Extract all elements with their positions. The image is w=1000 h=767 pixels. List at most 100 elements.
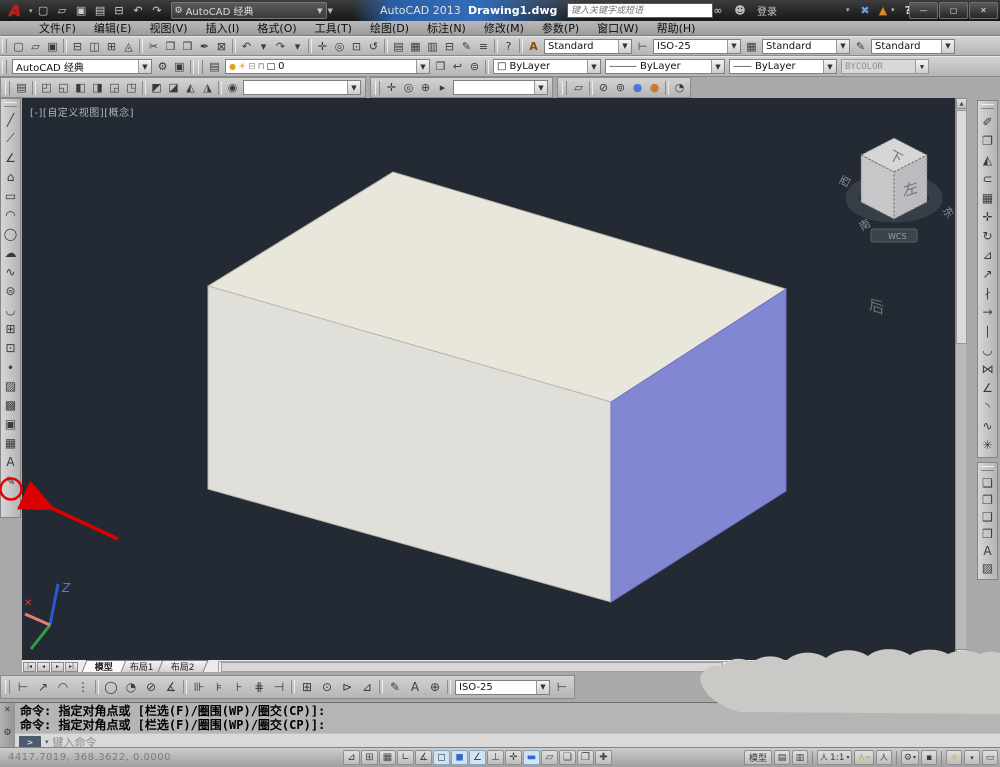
fillet-icon[interactable]: ◝ (979, 397, 996, 416)
ellipse-icon[interactable]: ⊜ (2, 281, 19, 300)
signin-label[interactable]: 登录 (752, 2, 782, 18)
workspace-combo[interactable]: AutoCAD 经典 ▼ (12, 59, 152, 74)
exchange-apps-icon[interactable]: ✖ (858, 2, 872, 18)
wcs-menu-button[interactable]: WCS (870, 228, 918, 243)
menu-draw[interactable]: 绘图(D) (361, 21, 418, 35)
redo-icon[interactable]: ↷ (272, 38, 289, 54)
polar-tracking-toggle[interactable]: ∡ (415, 750, 432, 765)
bring-above-icon[interactable]: ❑ (979, 508, 996, 525)
open-icon[interactable]: ▱ (53, 2, 72, 19)
text-to-front-icon[interactable]: A (979, 542, 996, 559)
quick-properties-toggle[interactable]: ❏ (559, 750, 576, 765)
layer-properties-icon[interactable]: ▤ (206, 59, 223, 75)
layer-states-icon[interactable]: ⊜ (466, 59, 483, 75)
erase-icon[interactable]: ✐ (979, 112, 996, 131)
make-block-icon[interactable]: ⊡ (2, 338, 19, 357)
viewport-controls-label[interactable]: [-][自定义视图][概念] (30, 104, 134, 119)
status-menu-arrow-icon[interactable]: ▾ (964, 750, 980, 765)
sheetset-manager-icon[interactable]: ⊟ (441, 38, 458, 54)
vs-2d-wireframe-icon[interactable]: ▱ (570, 80, 587, 96)
send-to-back-icon[interactable]: ❐ (979, 491, 996, 508)
text-style-dropdown[interactable]: Standard ▼ (544, 38, 632, 54)
vs-hidden-icon[interactable]: ⊚ (612, 80, 629, 96)
quickview-layouts-icon[interactable]: ▥ (791, 750, 808, 765)
chamfer-icon[interactable]: ∠ (979, 378, 996, 397)
lineweight-dropdown[interactable]: —— ByLayer ▼ (729, 59, 837, 74)
3d-object-snap-toggle[interactable]: ◼ (451, 750, 468, 765)
zoom-realtime-icon[interactable]: ◎ (331, 38, 348, 54)
trim-icon[interactable]: ∤ (979, 283, 996, 302)
toolbar-lock-icon[interactable]: ▪ (921, 750, 937, 765)
signin-person-icon[interactable]: ☻ (733, 2, 747, 18)
dim-linear-icon[interactable]: ⊢ (13, 678, 33, 696)
pan-icon[interactable]: ✛ (314, 38, 331, 54)
dim-continue-icon[interactable]: ⊦ (229, 678, 249, 696)
undo-icon[interactable]: ↶ (238, 38, 255, 54)
multiline-text-icon[interactable]: A (2, 452, 19, 471)
arc-icon[interactable]: ◠ (2, 205, 19, 224)
vs-manage-icon[interactable]: ◔ (671, 80, 688, 96)
bring-to-front-icon[interactable]: ❏ (979, 474, 996, 491)
tab-first-icon[interactable]: |◂ (23, 661, 36, 672)
undo-dropdown-icon[interactable]: ▾ (255, 38, 272, 54)
plot-preview-icon[interactable]: ◫ (86, 38, 103, 54)
a360-arrow-icon[interactable]: ▾ (891, 2, 895, 18)
tab-next-icon[interactable]: ▸ (51, 661, 64, 672)
grid-display-toggle[interactable]: ▦ (379, 750, 396, 765)
dim-ordinate-icon[interactable]: ⋮ (73, 678, 93, 696)
maximize-button[interactable]: ▢ (939, 2, 968, 19)
menu-modify[interactable]: 修改(M) (475, 21, 533, 35)
vs-conceptual-icon[interactable]: ● (646, 80, 663, 96)
dim-text-edit-icon[interactable]: A (405, 678, 425, 696)
vertical-scroll-thumb[interactable] (956, 110, 967, 344)
center-mark-icon[interactable]: ⊙ (317, 678, 337, 696)
app-menu-arrow-icon[interactable]: ▾ (29, 7, 33, 15)
rotate-icon[interactable]: ↻ (979, 226, 996, 245)
spline-icon[interactable]: ∿ (2, 262, 19, 281)
ne-isometric-icon[interactable]: ◭ (182, 80, 199, 96)
zoom-previous-icon[interactable]: ↺ (365, 38, 382, 54)
match-properties-icon[interactable]: ✒ (196, 38, 213, 54)
3d-nav-combo[interactable]: ▼ (453, 80, 548, 95)
nw-isometric-icon[interactable]: ◮ (199, 80, 216, 96)
menu-file[interactable]: 文件(F) (30, 21, 85, 35)
markup-icon[interactable]: ✎ (458, 38, 475, 54)
break-at-point-icon[interactable]: ∣ (979, 321, 996, 340)
minimize-button[interactable]: — (909, 2, 938, 19)
quickcalc-icon[interactable]: ≡ (475, 38, 492, 54)
mleader-style-icon[interactable]: ✎ (852, 38, 869, 54)
toolbar-grip[interactable] (4, 102, 17, 107)
dim-baseline-icon[interactable]: ⊧ (209, 678, 229, 696)
quick-dimension-icon[interactable]: ⊪ (189, 678, 209, 696)
toolbar-grip[interactable] (5, 80, 10, 95)
menu-view[interactable]: 视图(V) (140, 21, 196, 35)
tab-model[interactable]: 模型 (81, 660, 127, 673)
named-view-combo[interactable]: ▼ (243, 80, 361, 95)
vertical-scrollbar[interactable]: ▲ ▼ (955, 98, 967, 660)
offset-icon[interactable]: ⊂ (979, 169, 996, 188)
ucs-icon[interactable]: Z ✕ (24, 581, 71, 650)
dim-update-icon[interactable]: ⊕ (425, 678, 445, 696)
infer-constraints-toggle[interactable]: ⊿ (343, 750, 360, 765)
add-selected-icon[interactable]: ✎ (2, 471, 19, 490)
redo-dropdown-icon[interactable]: ▾ (289, 38, 306, 54)
menu-edit[interactable]: 编辑(E) (85, 21, 141, 35)
layout-button-icon[interactable]: ▤ (773, 750, 790, 765)
cut-icon[interactable]: ✂ (145, 38, 162, 54)
dim-aligned-icon[interactable]: ↗ (33, 678, 53, 696)
object-color-dropdown[interactable]: □ ByLayer ▼ (493, 59, 601, 74)
menu-window[interactable]: 窗口(W) (588, 21, 647, 35)
tab-layout2[interactable]: 布局2 (157, 660, 208, 673)
vs-wireframe-icon[interactable]: ⊘ (595, 80, 612, 96)
menu-dimension[interactable]: 标注(N) (418, 21, 475, 35)
block-editor-icon[interactable]: ⊠ (213, 38, 230, 54)
my-workspace-icon[interactable]: ▣ (171, 59, 188, 75)
previous-layer-icon[interactable]: ↩ (449, 59, 466, 75)
copy-icon[interactable]: ❐ (162, 38, 179, 54)
break-icon[interactable]: ◡ (979, 340, 996, 359)
toolbar-grip[interactable] (5, 680, 10, 694)
paste-icon[interactable]: ❒ (179, 38, 196, 54)
3d-zoom-icon[interactable]: ◎ (400, 80, 417, 96)
lineweight-toggle[interactable]: ▬ (523, 750, 540, 765)
send-under-icon[interactable]: ❒ (979, 525, 996, 542)
